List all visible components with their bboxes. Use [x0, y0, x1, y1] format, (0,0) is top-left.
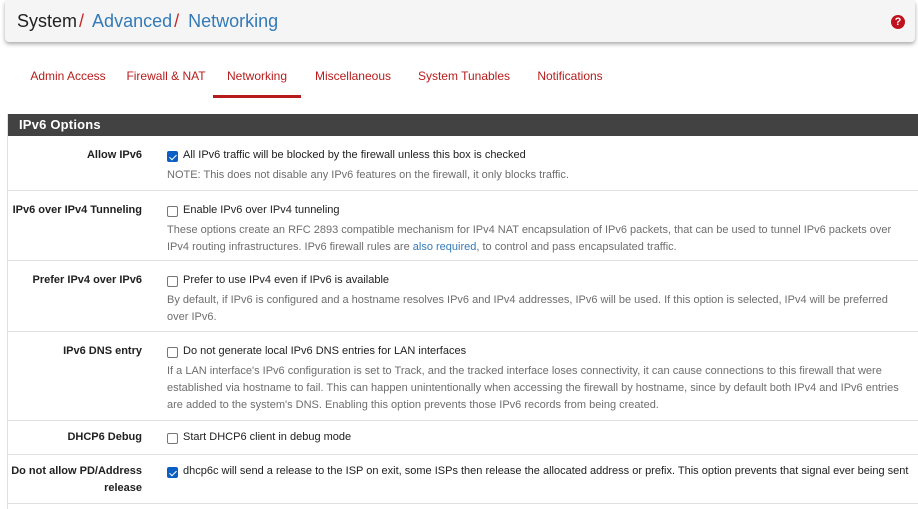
row-body: All IPv6 traffic will be blocked by the … [167, 147, 912, 184]
pd-release-checkbox[interactable] [167, 467, 178, 478]
ipv6-tunneling-checkbox[interactable] [167, 206, 178, 217]
tab-networking[interactable]: Networking [213, 57, 301, 98]
row-pd-address-release: Do not allow PD/Address release dhcp6c w… [8, 455, 918, 504]
row-prefer-ipv4: Prefer IPv4 over IPv6 Prefer to use IPv4… [8, 261, 918, 332]
row-body: Enable IPv6 over IPv4 tunneling These op… [167, 202, 912, 256]
ipv6-dns-checkbox[interactable] [167, 347, 178, 358]
checkbox-label: Enable IPv6 over IPv4 tunneling [183, 204, 340, 216]
checkbox-label: Prefer to use IPv4 even if IPv6 is avail… [183, 274, 390, 286]
dhcp6-debug-checkbox[interactable] [167, 433, 178, 444]
row-body: dhcp6c will send a release to the ISP on… [167, 463, 912, 480]
ipv6-dns-option[interactable]: Do not generate local IPv6 DNS entries f… [167, 343, 912, 360]
allow-ipv6-option[interactable]: All IPv6 traffic will be blocked by the … [167, 147, 912, 164]
row-label-line: release [104, 482, 142, 494]
row-allow-ipv6: Allow IPv6 All IPv6 traffic will be bloc… [8, 136, 918, 191]
row-label: Do not allow PD/Address release [8, 463, 142, 497]
row-label: Prefer IPv4 over IPv6 [32, 274, 142, 286]
prefer-ipv4-option[interactable]: Prefer to use IPv4 even if IPv6 is avail… [167, 272, 912, 289]
tab-bar: Admin Access Firewall & NAT Networking M… [8, 57, 918, 98]
breadcrumb: System / Advanced / Networking [17, 10, 278, 32]
help-text: By default, if IPv6 is configured and a … [167, 294, 888, 323]
allow-ipv6-checkbox[interactable] [167, 151, 178, 162]
question-circle-icon[interactable]: ? [891, 15, 905, 29]
panel-title: IPv6 Options [8, 114, 918, 136]
checkbox-label: All IPv6 traffic will be blocked by the … [183, 149, 526, 161]
breadcrumb-separator: / [174, 11, 180, 31]
row-label: IPv6 over IPv4 Tunneling [12, 204, 142, 216]
tab-miscellaneous[interactable]: Miscellaneous [304, 57, 402, 95]
breadcrumb-system: System [17, 11, 78, 31]
row-dhcp6-debug: DHCP6 Debug Start DHCP6 client in debug … [8, 421, 918, 455]
tab-notifications[interactable]: Notifications [524, 57, 616, 95]
help-text: These options create an RFC 2893 compati… [167, 222, 912, 256]
row-ipv6-over-ipv4: IPv6 over IPv4 Tunneling Enable IPv6 ove… [8, 191, 918, 261]
ipv6-tunneling-option[interactable]: Enable IPv6 over IPv4 tunneling [167, 202, 912, 219]
tab-admin-access[interactable]: Admin Access [16, 57, 120, 95]
breadcrumb-advanced-link[interactable]: Advanced [92, 11, 172, 31]
row-label: DHCP6 Debug [67, 431, 142, 443]
checkbox-label: Start DHCP6 client in debug mode [183, 431, 352, 443]
row-body: Start DHCP6 client in debug mode [167, 429, 912, 446]
dhcp6-debug-option[interactable]: Start DHCP6 client in debug mode [167, 429, 912, 446]
breadcrumb-separator: / [79, 11, 85, 31]
row-label: Allow IPv6 [86, 149, 142, 161]
checkbox-label: Do not generate local IPv6 DNS entries f… [183, 345, 467, 357]
checkbox-label: dhcp6c will send a release to the ISP on… [183, 465, 909, 477]
help-text-part: , to control and pass encapsulated traff… [476, 241, 677, 253]
row-body: Prefer to use IPv4 even if IPv6 is avail… [167, 272, 912, 326]
help-text: NOTE: This does not disable any IPv6 fea… [167, 169, 569, 181]
row-label-line: Do not allow PD/Address [11, 465, 142, 477]
tab-system-tunables[interactable]: System Tunables [406, 57, 522, 95]
page-header: System / Advanced / Networking ? [5, 0, 915, 42]
row-ipv6-dns-entry: IPv6 DNS entry Do not generate local IPv… [8, 332, 918, 421]
pd-release-option[interactable]: dhcp6c will send a release to the ISP on… [167, 463, 912, 480]
also-required-link[interactable]: also required [413, 241, 477, 253]
help-text: If a LAN interface's IPv6 configuration … [167, 365, 899, 411]
ipv6-options-panel: IPv6 Options Allow IPv6 All IPv6 traffic… [7, 114, 918, 509]
row-label: IPv6 DNS entry [63, 345, 142, 357]
row-body: Do not generate local IPv6 DNS entries f… [167, 343, 912, 414]
breadcrumb-networking-link[interactable]: Networking [188, 11, 278, 31]
tab-firewall-nat[interactable]: Firewall & NAT [120, 57, 212, 95]
prefer-ipv4-checkbox[interactable] [167, 276, 178, 287]
